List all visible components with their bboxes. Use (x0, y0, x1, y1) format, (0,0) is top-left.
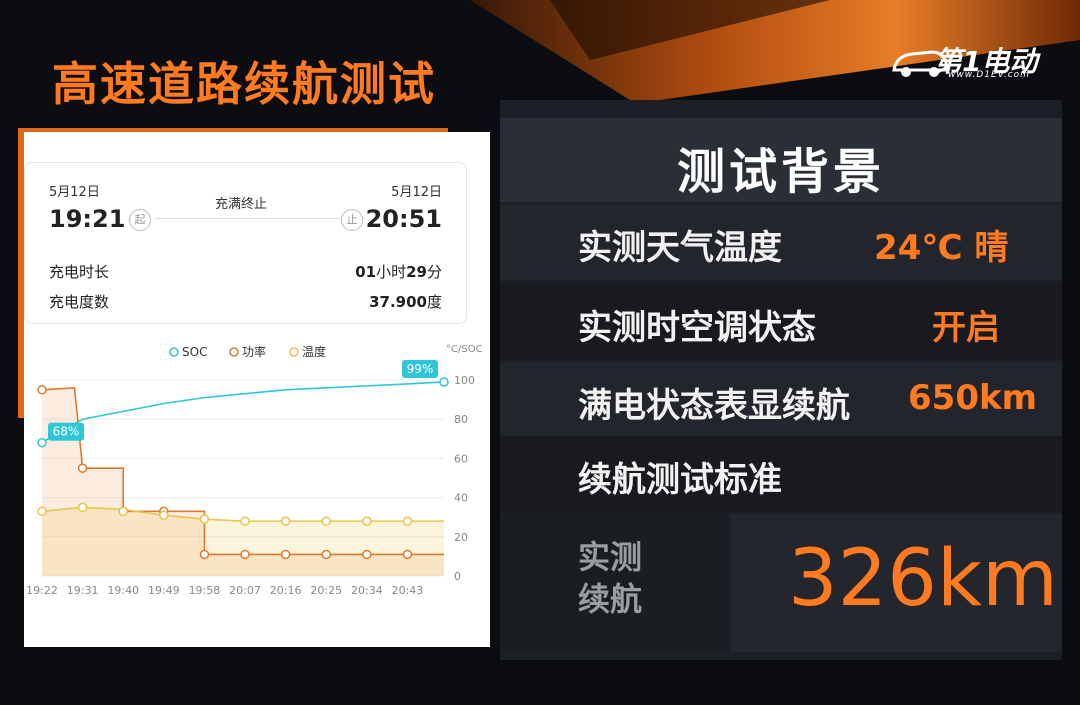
data-point (280, 549, 291, 560)
y-tick-label: 40 (454, 492, 468, 505)
x-tick-label: 19:58 (189, 584, 221, 597)
start-time: 19:21 (49, 205, 126, 233)
charging-chart: 100 80 60 40 20 0 °C/SOC 19:22 19:31 19:40 19:49 19… (26, 344, 483, 597)
x-tick-label: 20:34 (351, 584, 383, 597)
legend-label: 温度 (302, 344, 326, 359)
y-tick-label: 0 (454, 570, 461, 583)
info-label: 实测时空调状态 (578, 308, 816, 348)
data-point (37, 437, 47, 448)
info-row-standard: 续航测试标准 (500, 436, 1062, 512)
data-point (362, 549, 372, 560)
x-tick-label: 20:16 (270, 584, 302, 597)
data-point (439, 377, 449, 387)
result-value: 326km (788, 534, 1059, 624)
result-box: 实测 续航 326km (500, 514, 1062, 652)
charging-record-card: 5月12日 19:21 5月12日 20:51 充满终止 起 止 充电时长 01… (24, 132, 490, 647)
y-unit-label: °C/SOC (446, 344, 483, 355)
info-header-title: 测试背景 (676, 144, 885, 200)
data-point (402, 516, 413, 526)
data-point (199, 549, 210, 560)
info-value: 650km (908, 378, 1038, 418)
data-point (321, 516, 331, 526)
data-point (159, 510, 169, 520)
info-row-ac: 实测时空调状态 开启 (500, 284, 1062, 360)
page-title: 高速道路续航测试 (52, 57, 436, 111)
x-tick-label: 19:49 (148, 584, 180, 597)
info-value: 24℃ 晴 (874, 228, 1009, 268)
info-row-weather: 实测天气温度 24℃ 晴 (500, 204, 1062, 280)
legend-marker (229, 347, 239, 357)
end-time: 20:51 (365, 205, 442, 233)
y-tick-label: 100 (454, 374, 475, 387)
end-badge: 止 (341, 209, 363, 231)
data-point (37, 506, 47, 517)
legend-marker (289, 347, 299, 357)
info-value: 开启 (932, 308, 1000, 348)
legend-label: SOC (182, 345, 207, 359)
data-point (77, 502, 88, 513)
info-label: 续航测试标准 (578, 460, 782, 500)
info-label: 实测天气温度 (578, 228, 782, 268)
brand-logo: 第1电动 www.D1EV.com (890, 36, 1060, 86)
data-point (362, 516, 372, 526)
energy-label: 充电度数 (49, 293, 110, 311)
x-tick-label: 19:31 (67, 584, 99, 597)
data-point (240, 549, 250, 560)
legend-marker (169, 347, 179, 357)
data-point (37, 385, 47, 395)
duration-value: 01小时29分 (355, 263, 442, 281)
data-point (199, 514, 210, 524)
y-tick-label: 80 (454, 413, 468, 426)
energy-value: 37.900度 (369, 293, 442, 311)
charging-summary: 5月12日 19:21 5月12日 20:51 充满终止 起 止 充电时长 01… (24, 162, 467, 324)
x-tick-label: 20:25 (310, 584, 342, 597)
data-point (321, 549, 331, 560)
x-tick-label: 20:43 (392, 584, 424, 597)
y-tick-label: 20 (454, 531, 468, 544)
data-point (402, 549, 413, 560)
test-background-panel: 测试背景 实测天气温度 24℃ 晴 实测时空调状态 开启 满电状态表显续航 65… (500, 100, 1062, 660)
info-label: 满电状态表显续航 (578, 386, 850, 426)
soc-end-label: 99% (407, 362, 434, 376)
info-header: 测试背景 (500, 118, 1062, 202)
data-point (118, 506, 128, 517)
logo-url: www.D1EV.com (948, 70, 1030, 80)
x-tick-label: 19:22 (26, 584, 58, 597)
data-point (240, 516, 250, 526)
timeline-divider (155, 218, 365, 219)
legend-label: 功率 (242, 344, 266, 359)
start-badge: 起 (129, 209, 151, 231)
soc-start-label: 68% (53, 425, 80, 439)
x-tick-label: 19:40 (107, 584, 139, 597)
data-point (280, 516, 291, 526)
data-point (77, 463, 88, 473)
result-label: 实测 续航 (578, 538, 643, 618)
y-tick-label: 60 (454, 452, 468, 465)
series-line (41, 381, 445, 444)
charge-status: 充满终止 (215, 197, 268, 212)
duration-label: 充电时长 (49, 263, 110, 281)
x-tick-label: 20:07 (229, 584, 261, 597)
start-date: 5月12日 (49, 185, 100, 200)
info-row-range: 满电状态表显续航 650km (500, 362, 1062, 438)
end-date: 5月12日 (391, 185, 442, 200)
